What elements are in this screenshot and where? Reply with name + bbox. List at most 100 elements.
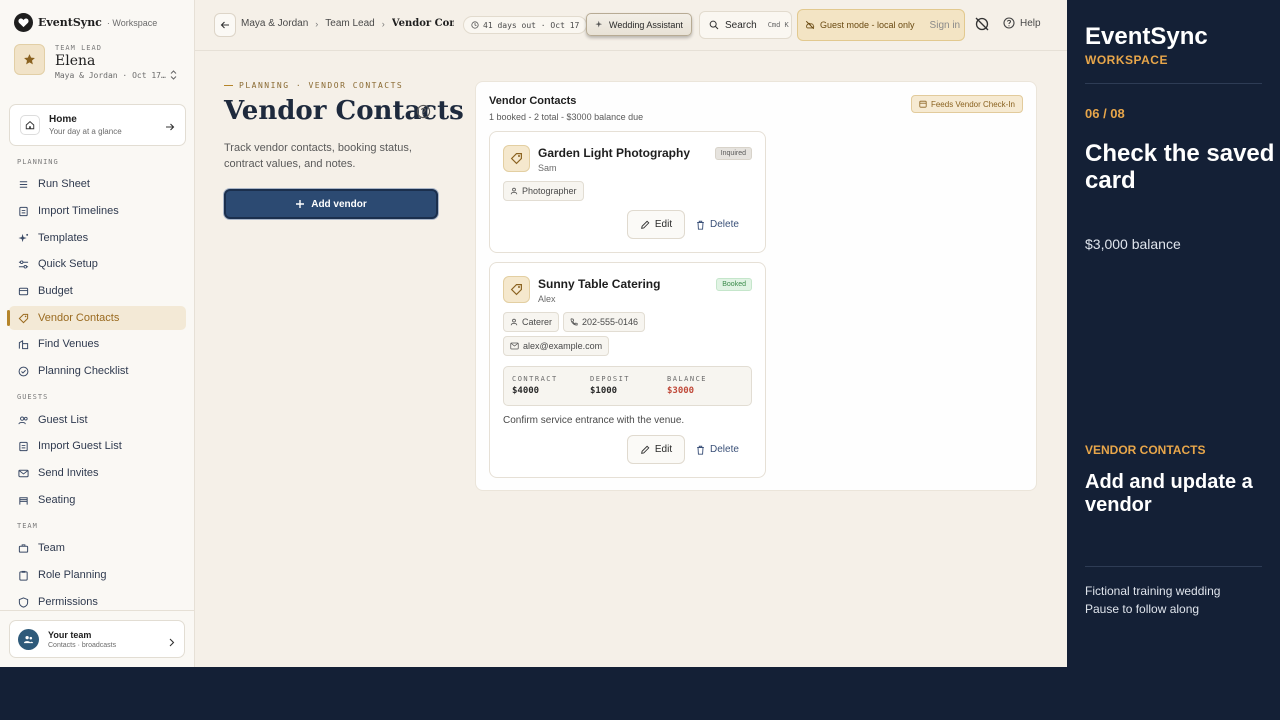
assistant-label: Wedding Assistant [609,19,683,30]
cloud-off-icon [805,20,815,30]
tutorial-overlay: EventSync WORKSPACE 06 / 08 Check the sa… [1067,0,1280,720]
sidebar-item-templates[interactable]: Templates [9,226,186,250]
home-icon [20,115,40,135]
sidebar-item-import-guest-list[interactable]: Import Guest List [9,434,186,458]
sidebar-item-role-planning[interactable]: Role Planning [9,563,186,587]
breadcrumb: Maya & Jordan › Team Lead › Vendor Conta… [241,18,454,29]
vendor-card: Garden Light Photography Sam Inquired Ph… [489,131,766,253]
phone-number: 202-555-0146 [582,317,639,327]
sparkle-icon [17,232,29,244]
countdown-text: 41 days out · Oct 17 [483,20,580,30]
sidebar-item-run-sheet[interactable]: Run Sheet [9,172,186,196]
feeds-vendor-checkin-badge[interactable]: Feeds Vendor Check-In [910,95,1023,113]
theme-toggle-icon[interactable] [974,16,990,37]
sidebar-item-label: Quick Setup [38,258,98,270]
sidebar-item-label: Budget [38,285,73,297]
sidebar-item-label: Permissions [38,596,98,608]
breadcrumb-event[interactable]: Maya & Jordan [241,18,308,29]
team-card-subtitle: Contacts · broadcasts [48,641,117,649]
breadcrumb-role[interactable]: Team Lead [325,18,374,29]
page-description: Track vendor contacts, booking status, c… [224,142,412,170]
sidebar-item-label: Role Planning [38,569,107,581]
help-circle-icon [1003,17,1015,29]
delete-label: Delete [710,444,739,455]
sidebar-item-label: Seating [38,494,76,506]
search-button[interactable]: Search Cmd K [699,11,792,39]
sparkle-icon [595,20,603,28]
sidebar-item-vendor-contacts[interactable]: Vendor Contacts [7,306,186,330]
app-window: EventSync · Workspace TEAM LEAD Elena Ma… [0,0,1067,667]
chevron-updown-icon[interactable] [170,70,177,82]
your-team-card[interactable]: Your team Contacts · broadcasts [9,620,185,658]
brand[interactable]: EventSync · Workspace [14,13,157,32]
user-icon [510,318,518,326]
help-button[interactable]: Help [1003,17,1041,29]
sidebar-item-label: Send Invites [38,467,99,479]
overlay-section-label: VENDOR CONTACTS [1085,443,1206,457]
brand-name: EventSync [38,16,102,29]
import-icon [17,205,29,217]
users-icon [17,414,29,426]
email-chip[interactable]: alex@example.com [503,336,610,356]
back-button[interactable] [214,13,236,37]
sidebar-item-find-venues[interactable]: Find Venues [9,332,186,356]
help-circle-icon[interactable] [416,104,431,124]
deposit-column: DEPOSIT $1000 [590,375,630,396]
sidebar-item-label: Run Sheet [38,178,90,190]
home-card[interactable]: Home Your day at a glance [9,104,186,146]
mail-icon [17,467,29,479]
overlay-divider [1085,566,1262,567]
chair-icon [17,494,29,506]
sidebar-item-import-timelines[interactable]: Import Timelines [9,199,186,223]
plus-icon [296,200,305,208]
clipboard-icon [17,569,29,581]
eyebrow-line [224,85,233,86]
sidebar: EventSync · Workspace TEAM LEAD Elena Ma… [0,0,195,667]
sidebar-item-label: Import Timelines [38,205,119,217]
sidebar-item-team[interactable]: Team [9,536,186,560]
vendor-note: Confirm service entrance with the venue. [503,415,685,426]
heart-logo-icon [14,13,33,32]
team-avatar-icon [18,628,39,650]
overlay-brand: EventSync [1085,23,1208,50]
edit-button[interactable]: Edit [627,435,685,464]
chevron-right-icon [169,634,175,652]
shield-icon [17,596,29,608]
delete-button[interactable]: Delete [696,210,739,239]
phone-chip[interactable]: 202-555-0146 [563,312,646,332]
sidebar-item-planning-checklist[interactable]: Planning Checklist [9,359,186,383]
overlay-heading: Check the saved card [1085,140,1275,194]
add-vendor-button[interactable]: Add vendor [224,189,438,219]
feeds-label: Feeds Vendor Check-In [930,99,1015,109]
profile-role: TEAM LEAD [55,44,102,52]
panel-title: Vendor Contacts [489,95,577,107]
sidebar-divider [0,610,195,611]
mail-icon [510,342,519,350]
building-icon [17,338,29,350]
sidebar-item-label: Planning Checklist [38,365,129,377]
vendor-card: Sunny Table Catering Alex Booked Caterer… [489,262,766,478]
sidebar-item-quick-setup[interactable]: Quick Setup [9,252,186,276]
add-vendor-label: Add vendor [311,198,367,210]
balance-value: $3000 [667,386,695,396]
sign-in-link[interactable]: Sign in [930,20,961,31]
overlay-footnote: Fictional training wedding [1085,584,1221,598]
team-card-title: Your team [48,629,92,640]
profile-event: Maya & Jordan · Oct 17, 2026 [55,71,167,80]
pencil-icon [640,445,650,454]
sidebar-item-budget[interactable]: Budget [9,279,186,303]
edit-label: Edit [654,219,673,230]
sidebar-item-send-invites[interactable]: Send Invites [9,461,186,485]
edit-button[interactable]: Edit [627,210,685,239]
trash-icon [697,445,704,455]
sidebar-item-seating[interactable]: Seating [9,488,186,512]
guests-section-label: GUESTS [17,393,49,401]
delete-button[interactable]: Delete [696,435,739,464]
sidebar-item-guest-list[interactable]: Guest List [9,408,186,432]
arrow-right-icon [165,119,175,137]
profile-switcher[interactable]: TEAM LEAD Elena Maya & Jordan · Oct 17, … [14,44,167,80]
vendor-contact-name: Sam [538,163,557,173]
contract-column: CONTRACT $4000 [512,375,558,396]
overlay-footnote: Pause to follow along [1085,602,1200,616]
wedding-assistant-button[interactable]: Wedding Assistant [586,13,692,36]
